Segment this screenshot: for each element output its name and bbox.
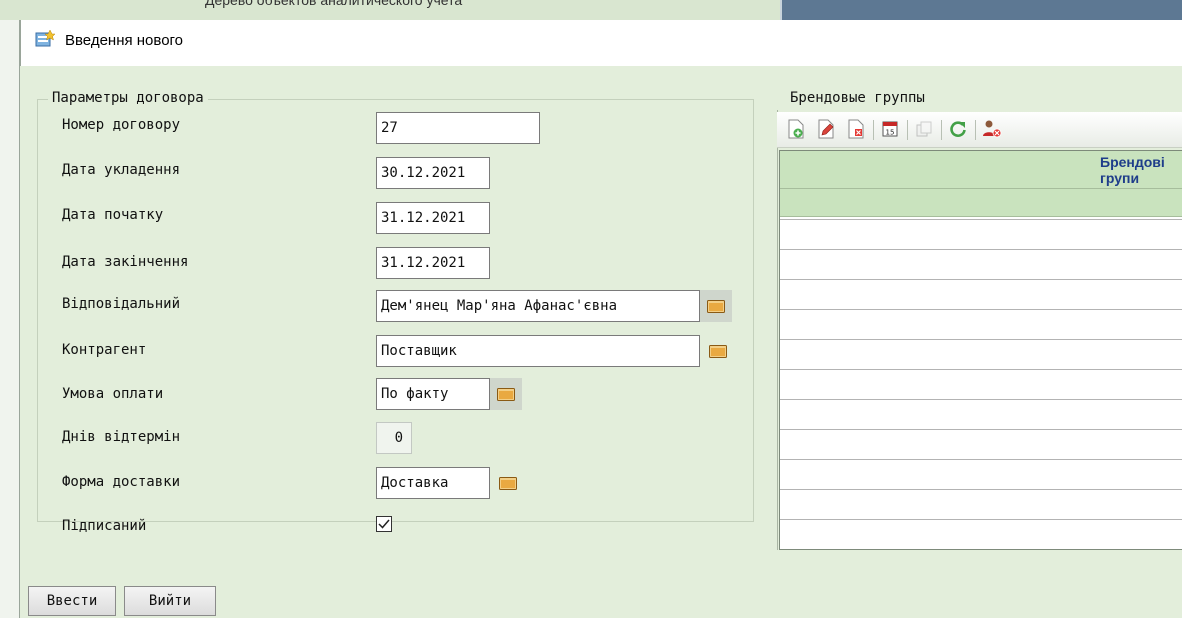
number-field[interactable]: 27 (376, 112, 540, 144)
grid-row-line (780, 429, 1182, 430)
edit-button[interactable] (815, 118, 837, 140)
end-date-value: 31.12.2021 (381, 255, 466, 271)
user-remove-button[interactable] (981, 118, 1003, 140)
grid-filter-row[interactable] (780, 189, 1182, 217)
refresh-icon (950, 121, 966, 137)
deferral-days-field: 0 (376, 422, 412, 454)
toolbar-separator (873, 120, 874, 140)
delivery-form-lookup-button[interactable] (492, 467, 524, 499)
grid-row-line (780, 219, 1182, 220)
grid-row-line (780, 339, 1182, 340)
folder-icon (499, 477, 517, 490)
add-button[interactable] (785, 118, 807, 140)
folder-icon (497, 388, 515, 401)
toolbar-separator (941, 120, 942, 140)
responsible-label: Відповідальний (62, 296, 181, 312)
folder-icon (709, 345, 727, 358)
counterparty-field[interactable]: Поставщик (376, 335, 700, 367)
brand-groups-toolbar: 15 (777, 112, 1182, 148)
counterparty-label: Контрагент (62, 342, 147, 358)
delivery-form-label: Форма доставки (62, 474, 181, 490)
payment-terms-lookup-button[interactable] (490, 378, 522, 410)
conclusion-date-field[interactable]: 30.12.2021 (376, 157, 490, 189)
start-date-value: 31.12.2021 (381, 210, 466, 226)
refresh-button[interactable] (947, 118, 969, 140)
delivery-form-value: Доставка (381, 475, 449, 491)
contract-params-legend: Параметры договора (48, 90, 208, 106)
copy-button[interactable] (913, 118, 935, 140)
grid-row-line (780, 279, 1182, 280)
brand-groups-column-header[interactable]: Брендові групи (780, 151, 1182, 189)
number-value: 27 (381, 120, 398, 136)
dialog-title: Введення нового (65, 32, 184, 49)
folder-icon (707, 300, 725, 313)
new-record-icon (35, 30, 55, 47)
background-window-title: Дерево объектов аналитического учета (205, 0, 463, 8)
brand-groups-legend: Брендовые группы (790, 90, 925, 106)
delivery-form-field[interactable]: Доставка (376, 467, 490, 499)
toolbar-separator (975, 120, 976, 140)
delete-icon (848, 119, 864, 139)
payment-terms-label: Умова оплати (62, 386, 164, 402)
submit-button[interactable]: Ввести (28, 586, 116, 616)
calendar-button[interactable]: 15 (879, 118, 901, 140)
payment-terms-field[interactable]: По факту (376, 378, 490, 410)
grid-row-line (780, 489, 1182, 490)
conclusion-date-value: 30.12.2021 (381, 165, 466, 181)
checkmark-icon (378, 519, 390, 529)
start-date-label: Дата початку (62, 207, 164, 223)
dialog-left-edge (0, 20, 20, 618)
counterparty-lookup-button[interactable] (702, 335, 734, 367)
responsible-lookup-button[interactable] (700, 290, 732, 322)
brand-groups-grid[interactable]: Брендові групи (779, 150, 1182, 550)
conclusion-date-label: Дата укладення (62, 162, 181, 178)
grid-row-line (780, 249, 1182, 250)
user-remove-icon (983, 120, 1002, 138)
toolbar-separator (907, 120, 908, 140)
number-label: Номер договору (62, 117, 181, 133)
grid-row-line (780, 459, 1182, 460)
signed-checkbox[interactable] (376, 516, 392, 532)
copy-icon (916, 121, 932, 137)
deferral-days-value: 0 (394, 430, 403, 446)
counterparty-value: Поставщик (381, 343, 457, 359)
start-date-field[interactable]: 31.12.2021 (376, 202, 490, 234)
grid-row-line (780, 399, 1182, 400)
grid-row-line (780, 519, 1182, 520)
responsible-field[interactable]: Дем'янец Мар'яна Афанас'євна (376, 290, 700, 322)
deferral-days-label: Днів відтермін (62, 429, 181, 445)
grid-row-line (780, 369, 1182, 370)
responsible-value: Дем'янец Мар'яна Афанас'євна (381, 298, 618, 314)
background-window-panel (780, 0, 1182, 20)
delete-button[interactable] (845, 118, 867, 140)
signed-label: Підписаний (62, 518, 147, 534)
grid-row-line (780, 309, 1182, 310)
calendar-icon: 15 (882, 121, 898, 137)
dialog-titlebar[interactable]: Введення нового (20, 20, 1182, 66)
add-icon (788, 119, 804, 139)
end-date-label: Дата закінчення (62, 254, 189, 270)
payment-terms-value: По факту (381, 386, 449, 402)
edit-icon (818, 119, 834, 139)
svg-text:15: 15 (886, 129, 895, 137)
end-date-field[interactable]: 31.12.2021 (376, 247, 490, 279)
exit-button[interactable]: Вийти (124, 586, 216, 616)
